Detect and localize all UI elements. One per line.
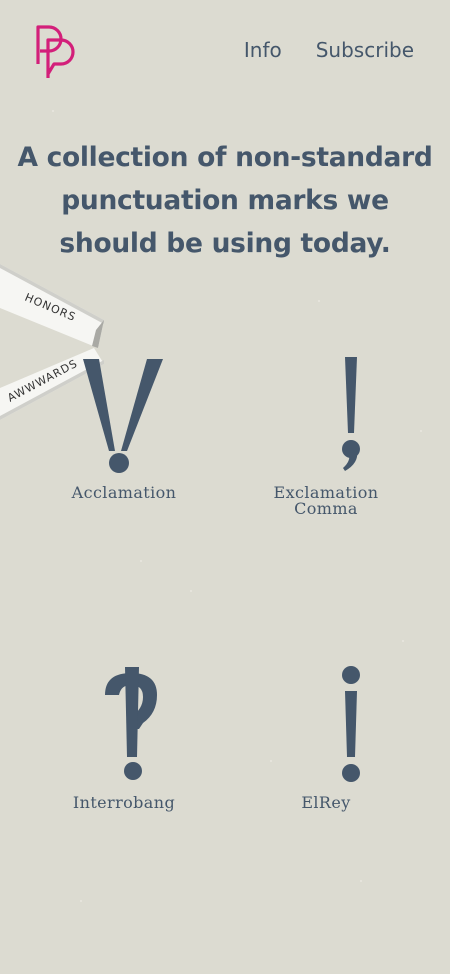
- mark-card-acclamation[interactable]: Acclamation: [54, 355, 194, 501]
- page-headline: A collection of non-standard punctuation…: [17, 142, 433, 259]
- mark-card-exclamation-comma[interactable]: Exclamation Comma: [256, 355, 396, 517]
- mark-label-interrobang: Interrobang: [72, 793, 176, 812]
- interrobang-icon: [105, 667, 157, 780]
- mark-card-elrey[interactable]: ElRey: [256, 665, 396, 811]
- nav-info-link[interactable]: Info: [244, 38, 282, 62]
- mark-card-interrobang[interactable]: Interrobang: [54, 665, 194, 811]
- exclamation-comma-icon: [342, 357, 360, 471]
- mark-label-exclamation-comma: Exclamation Comma: [273, 483, 379, 518]
- mark-label-elrey: ElRey: [301, 793, 351, 812]
- pp-logo-icon[interactable]: [34, 24, 86, 80]
- elrey-icon: [342, 666, 360, 782]
- acclamation-icon: [83, 359, 163, 473]
- mark-label-acclamation: Acclamation: [71, 483, 177, 502]
- nav-subscribe-link[interactable]: Subscribe: [316, 38, 414, 62]
- main-nav: Info Subscribe: [244, 38, 414, 62]
